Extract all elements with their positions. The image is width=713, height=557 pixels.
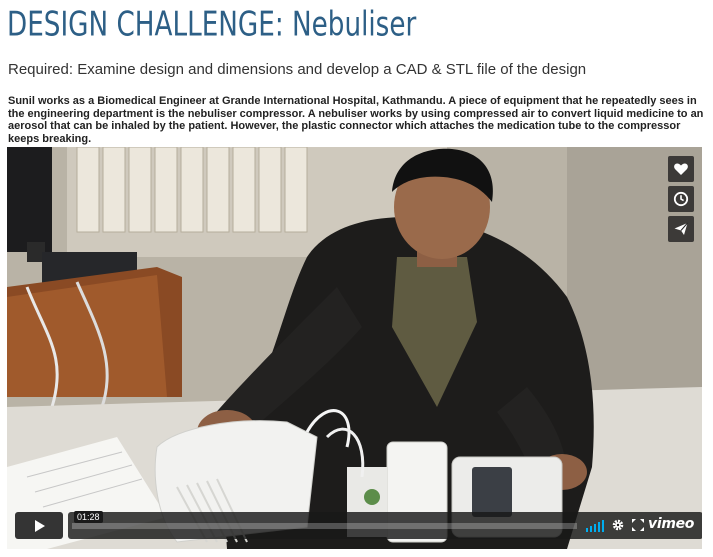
timecode: 01:28 <box>74 511 103 523</box>
settings-gear-icon[interactable] <box>611 518 625 532</box>
paper-plane-icon <box>674 222 688 235</box>
video-player[interactable]: 01:28 vimeo <box>7 147 702 549</box>
play-button[interactable] <box>15 512 63 539</box>
control-bar: 01:28 vimeo <box>68 511 702 539</box>
vimeo-logo[interactable]: vimeo <box>648 516 694 532</box>
heart-icon <box>674 163 688 175</box>
fullscreen-icon[interactable] <box>632 519 644 531</box>
page-subtitle: Required: Examine design and dimensions … <box>8 61 587 78</box>
player-controls: 01:28 vimeo <box>15 511 702 539</box>
volume-button[interactable] <box>586 520 604 532</box>
challenge-description: Sunil works as a Biomedical Engineer at … <box>8 95 704 145</box>
like-button[interactable] <box>668 156 694 182</box>
volume-bar-icon <box>598 522 600 532</box>
volume-bar-icon <box>602 520 604 532</box>
progress-bar[interactable]: 01:28 <box>72 511 577 529</box>
volume-bar-icon <box>590 526 592 532</box>
volume-bar-icon <box>586 528 588 532</box>
watch-later-button[interactable] <box>668 186 694 212</box>
page-title: DESIGN CHALLENGE: Nebuliser <box>7 4 417 44</box>
volume-bar-icon <box>594 524 596 532</box>
clock-icon <box>673 191 689 207</box>
play-icon <box>35 519 45 532</box>
share-button[interactable] <box>668 216 694 242</box>
video-frame[interactable] <box>7 147 702 549</box>
